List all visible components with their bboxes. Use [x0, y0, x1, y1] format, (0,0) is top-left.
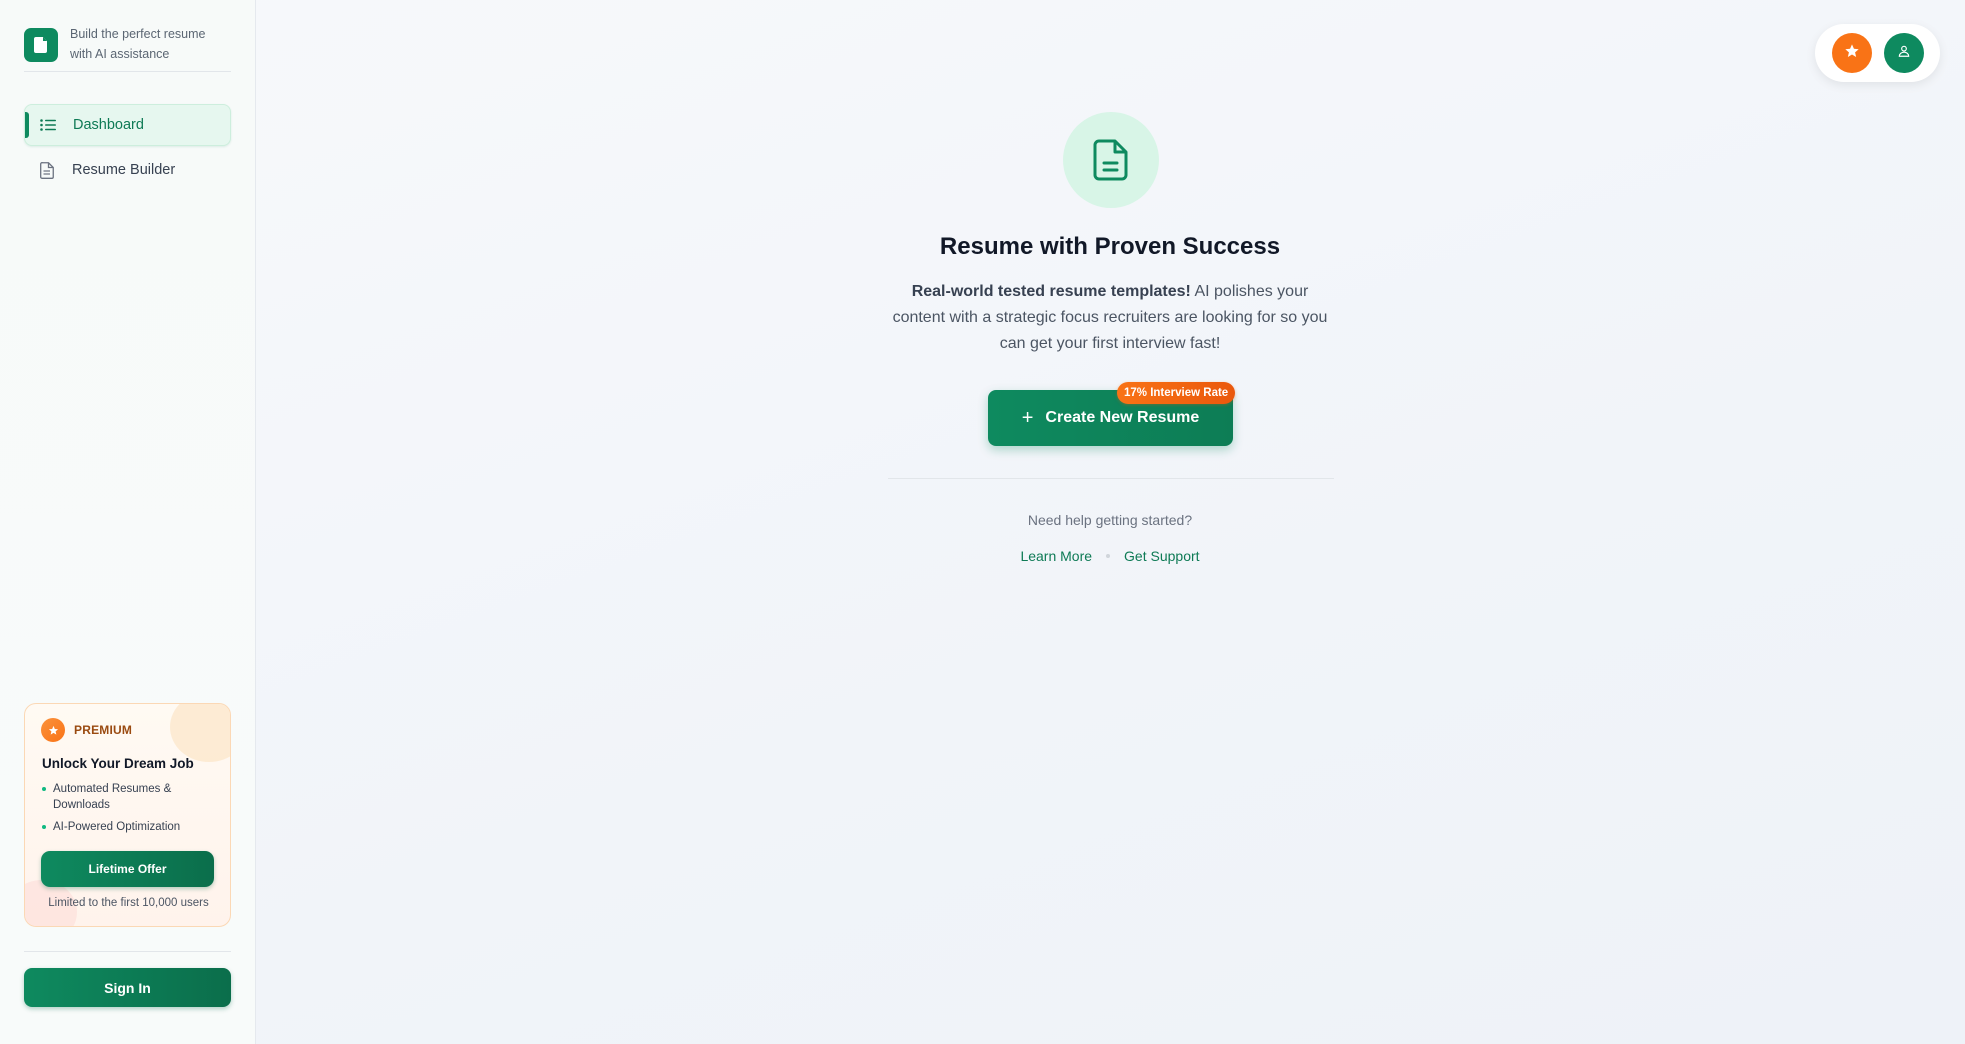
premium-features: Automated Resumes & Downloads AI-Powered… — [42, 781, 217, 841]
premium-note: Limited to the first 10,000 users — [48, 897, 209, 909]
top-actions — [1815, 24, 1940, 82]
document-icon — [38, 161, 56, 179]
user-account-button[interactable] — [1884, 33, 1924, 73]
user-icon — [1897, 44, 1911, 63]
brand-tagline: Build the perfect resume with AI assista… — [70, 27, 206, 61]
page-title: Resume with Proven Success — [939, 233, 1281, 260]
help-links: Learn More Get Support — [860, 548, 1360, 564]
hero-description: Real-world tested resume templates! AI p… — [885, 279, 1335, 357]
plus-icon: + — [1021, 407, 1034, 429]
learn-more-link[interactable]: Learn More — [1020, 548, 1092, 564]
get-support-link[interactable]: Get Support — [1124, 548, 1200, 564]
lifetime-offer-button[interactable]: Lifetime Offer — [41, 851, 214, 887]
document-icon[interactable] — [24, 28, 58, 62]
premium-title: Unlock Your Dream Job — [42, 756, 194, 771]
help-text: Need help getting started? — [1027, 512, 1193, 528]
sidebar-item-label: Resume Builder — [72, 162, 176, 178]
hero-description-highlight: Real-world tested resume templates! — [911, 283, 1191, 300]
premium-label: PREMIUM — [74, 723, 133, 737]
brand: Build the perfect resume with AI assista… — [24, 24, 231, 72]
divider — [24, 951, 231, 952]
sidebar: Build the perfect resume with AI assista… — [0, 0, 256, 1044]
create-new-resume-label: Create New Resume — [1045, 409, 1200, 426]
sidebar-nav: Dashboard Resume Builder — [24, 104, 231, 194]
sidebar-item-dashboard[interactable]: Dashboard — [24, 104, 231, 146]
sign-in-button[interactable]: Sign In — [24, 968, 231, 1007]
list-item: AI-Powered Optimization — [42, 819, 217, 835]
premium-header: PREMIUM — [41, 718, 132, 742]
list-item: Automated Resumes & Downloads — [42, 781, 217, 813]
separator-dot — [1106, 554, 1111, 558]
sidebar-item-resume-builder[interactable]: Resume Builder — [24, 149, 231, 191]
decorative-blob — [170, 704, 230, 762]
divider — [888, 478, 1334, 479]
star-icon — [1844, 43, 1860, 64]
list-icon — [39, 116, 57, 134]
star-icon — [41, 718, 65, 742]
document-icon — [1063, 112, 1159, 208]
interview-rate-badge: 17% Interview Rate — [1117, 382, 1236, 404]
sidebar-item-label: Dashboard — [73, 117, 144, 133]
premium-card: PREMIUM Unlock Your Dream Job Automated … — [24, 703, 231, 927]
premium-star-button[interactable] — [1832, 33, 1872, 73]
